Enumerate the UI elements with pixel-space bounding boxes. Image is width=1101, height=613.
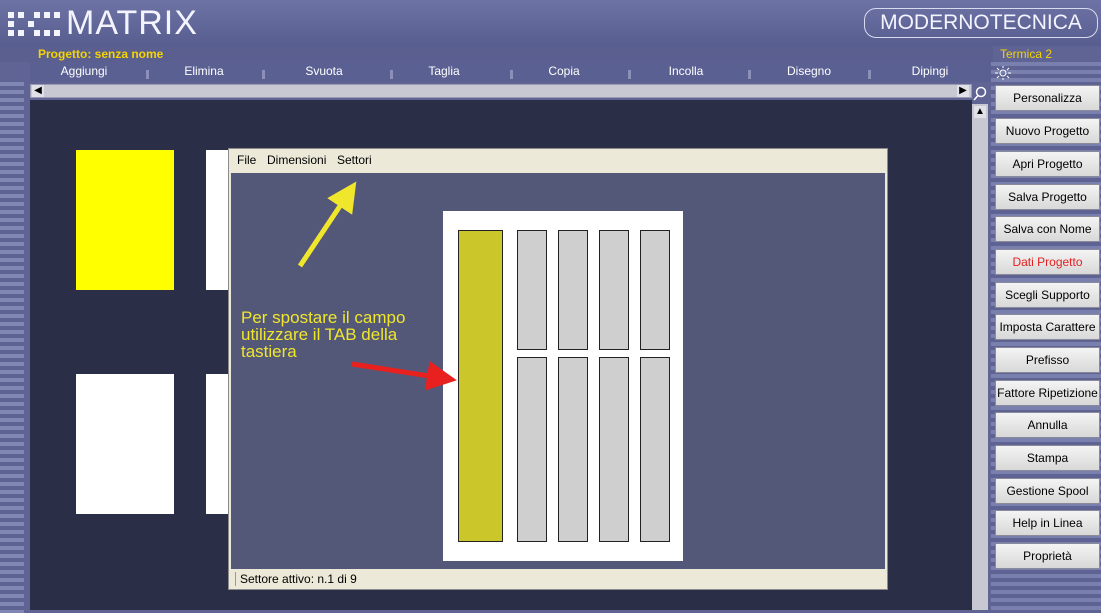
annotation-line: Per spostare il campo	[241, 308, 406, 327]
dialog-menu-bar: File Dimensioni Settori	[229, 149, 887, 173]
arrow-right-icon[interactable]: ▶	[957, 85, 969, 97]
magnifier-icon[interactable]	[972, 86, 988, 102]
sector-active[interactable]	[458, 230, 503, 542]
menu-taglia[interactable]: Taglia	[390, 62, 498, 82]
sector[interactable]	[517, 357, 547, 542]
personalizza-button[interactable]: Personalizza	[995, 85, 1100, 111]
menu-copia[interactable]: Copia	[510, 62, 618, 82]
dialog-menu-settori[interactable]: Settori	[337, 153, 372, 167]
arrow-up-icon[interactable]: ▲	[974, 106, 986, 118]
salva-progetto-button[interactable]: Salva Progetto	[995, 184, 1100, 210]
menu-svuota[interactable]: Svuota	[270, 62, 378, 82]
dialog-menu-dimensioni[interactable]: Dimensioni	[267, 153, 326, 167]
annulla-button[interactable]: Annulla	[995, 412, 1100, 438]
dialog-status-bar: Settore attivo: n.1 di 9	[229, 569, 887, 589]
nuovo-progetto-button[interactable]: Nuovo Progetto	[995, 118, 1100, 144]
project-name: Progetto: senza nome	[38, 47, 164, 61]
annotation-text: Per spostare il campo utilizzare il TAB …	[241, 309, 471, 360]
menu-separator	[868, 70, 871, 79]
help-in-linea-button[interactable]: Help in Linea	[995, 510, 1100, 536]
horizontal-scrollbar[interactable]: ◀ ▶	[30, 84, 972, 98]
matrix-dots-icon	[8, 12, 60, 36]
sun-icon[interactable]	[994, 66, 1012, 80]
menu-bar: Aggiungi Elimina Svuota Taglia Copia Inc…	[30, 62, 993, 82]
menu-aggiungi[interactable]: Aggiungi	[30, 62, 138, 82]
printer-name: Termica 2	[1000, 47, 1053, 61]
label-page[interactable]	[76, 374, 174, 514]
dialog-menu-file[interactable]: File	[237, 153, 256, 167]
dialog-body: Per spostare il campo utilizzare il TAB …	[231, 173, 885, 569]
menu-separator	[748, 70, 751, 79]
menu-incolla[interactable]: Incolla	[632, 62, 740, 82]
menu-separator	[262, 70, 265, 79]
annotation-line: utilizzare il TAB della	[241, 325, 398, 344]
status-text: Settore attivo: n.1 di 9	[235, 572, 357, 586]
proprieta-button[interactable]: Proprietà	[995, 543, 1100, 569]
menu-elimina[interactable]: Elimina	[150, 62, 258, 82]
app-title: MATRIX	[66, 4, 198, 42]
sector[interactable]	[640, 357, 670, 542]
layout-preview	[443, 211, 683, 561]
stampa-button[interactable]: Stampa	[995, 445, 1100, 471]
arrow-left-icon[interactable]: ◀	[32, 85, 44, 97]
vertical-scrollbar[interactable]: ▲	[972, 104, 988, 610]
sector[interactable]	[599, 357, 629, 542]
left-decoration	[0, 82, 24, 613]
label-page-selected[interactable]	[76, 150, 174, 290]
title-bar: MATRIX MODERNOTECNICA	[0, 0, 1101, 46]
menu-separator	[628, 70, 631, 79]
menu-separator	[146, 70, 149, 79]
sector[interactable]	[558, 230, 588, 350]
scegli-supporto-button[interactable]: Scegli Supporto	[995, 282, 1100, 308]
apri-progetto-button[interactable]: Apri Progetto	[995, 151, 1100, 177]
project-bar: Progetto: senza nome	[0, 46, 993, 62]
menu-dipingi[interactable]: Dipingi	[876, 62, 984, 82]
salva-con-nome-button[interactable]: Salva con Nome	[995, 216, 1100, 242]
brand-logo: MODERNOTECNICA	[864, 8, 1098, 38]
annotation-line: tastiera	[241, 342, 297, 361]
prefisso-button[interactable]: Prefisso	[995, 347, 1100, 373]
sector[interactable]	[517, 230, 547, 350]
sector[interactable]	[599, 230, 629, 350]
menu-disegno[interactable]: Disegno	[755, 62, 863, 82]
sector[interactable]	[558, 357, 588, 542]
gestione-spool-button[interactable]: Gestione Spool	[995, 478, 1100, 504]
dati-progetto-button[interactable]: Dati Progetto	[995, 249, 1100, 275]
imposta-carattere-button[interactable]: Imposta Carattere	[995, 314, 1100, 340]
sector[interactable]	[640, 230, 670, 350]
sector-dialog: File Dimensioni Settori Per spostare il …	[228, 148, 888, 590]
fattore-ripetizione-button[interactable]: Fattore Ripetizione	[995, 380, 1100, 406]
